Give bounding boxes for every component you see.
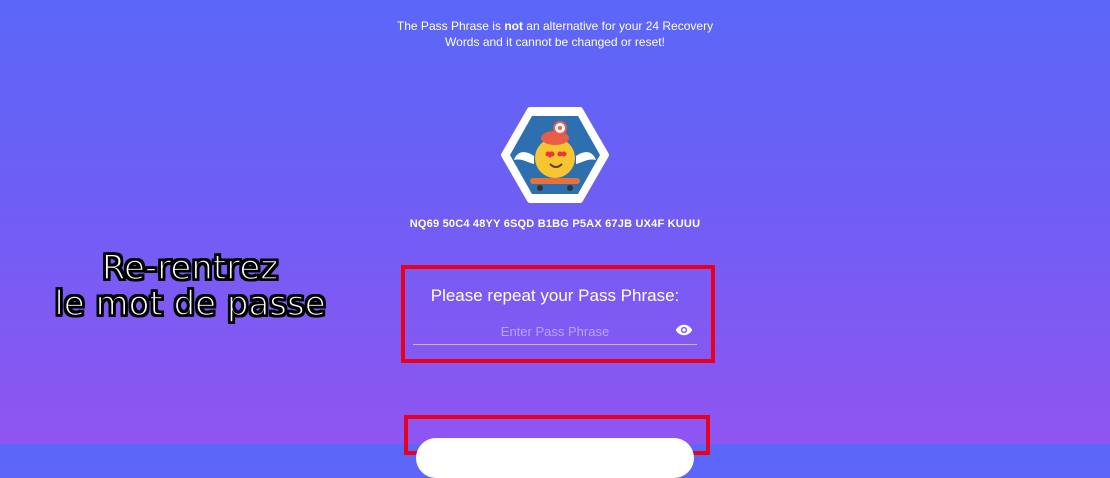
notice-line-1: The Pass Phrase is not an alternative fo…	[396, 19, 714, 33]
passphrase-label: Please repeat your Pass Phrase:	[430, 286, 680, 305]
account-avatar	[500, 106, 610, 204]
notice-emphasis: not	[504, 19, 523, 33]
passphrase-input[interactable]	[413, 318, 697, 344]
continue-button[interactable]	[416, 438, 694, 478]
notice-line-2: Words and it cannot be changed or reset!	[445, 35, 665, 49]
input-highlight-frame	[401, 265, 715, 363]
passphrase-field-row	[413, 318, 697, 345]
annotation-line-1: Re-rentrez	[101, 248, 279, 288]
eye-icon[interactable]	[675, 323, 693, 337]
passphrase-notice: The Pass Phrase is not an alternative fo…	[0, 18, 1110, 50]
robot-avatar-icon	[501, 107, 609, 203]
account-address: NQ69 50C4 48YY 6SQD B1BG P5AX 67JB UX4F …	[409, 218, 701, 230]
